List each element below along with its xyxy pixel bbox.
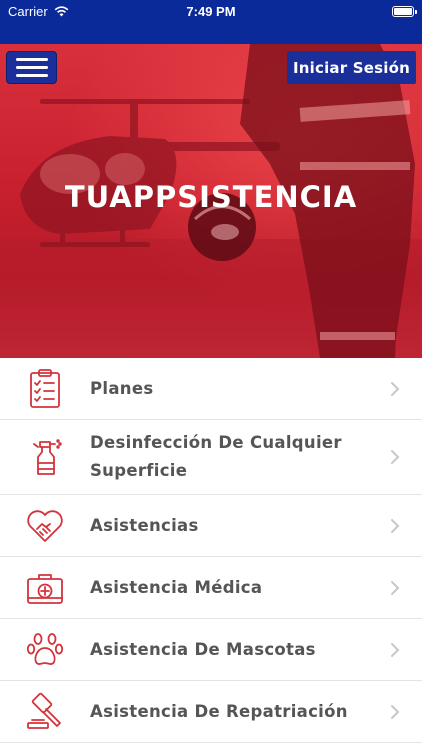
list-item-asistencia-repatriacion[interactable]: Asistencia De Repatriación <box>0 681 422 743</box>
chevron-right-icon <box>391 381 400 396</box>
status-bar: Carrier 7:49 PM <box>0 0 422 44</box>
list-item-label: Desinfección De Cualquier Superficie <box>90 433 342 480</box>
list-item-asistencia-medica[interactable]: Asistencia Médica <box>0 557 422 619</box>
hamburger-line <box>15 58 48 61</box>
list-item-desinfeccion[interactable]: Desinfección De Cualquier Superficie <box>0 420 422 495</box>
list-item-asistencias[interactable]: Asistencias <box>0 495 422 557</box>
chevron-right-icon <box>391 450 400 464</box>
spray-bottle-icon <box>33 439 62 475</box>
list-item-asistencia-mascotas[interactable]: Asistencia De Mascotas <box>0 619 422 681</box>
medical-kit-icon <box>27 573 63 604</box>
battery-icon <box>392 4 417 20</box>
list-item-label: Planes <box>90 378 154 398</box>
list-item-label: Asistencia Médica <box>90 577 263 597</box>
hamburger-line <box>15 66 48 69</box>
list-item-label: Asistencia De Repatriación <box>90 701 348 721</box>
hero-title: TUAPPSISTENCIA <box>64 180 358 214</box>
list-item-planes[interactable]: Planes <box>0 358 422 420</box>
chevron-right-icon <box>391 642 400 657</box>
gavel-icon <box>27 692 61 729</box>
checklist-icon <box>30 368 60 408</box>
login-button[interactable]: Iniciar Sesión <box>286 51 416 84</box>
status-time: 7:49 PM <box>186 4 236 19</box>
paw-icon <box>26 632 64 665</box>
list-item-label: Asistencias <box>90 515 199 535</box>
menu-list: Planes Desinfección De Cualquier Superfi… <box>0 358 422 743</box>
chevron-right-icon <box>391 704 400 719</box>
hero-banner: Iniciar Sesión TUAPPSISTENCIA <box>0 44 422 358</box>
handshake-heart-icon <box>27 509 63 542</box>
chevron-right-icon <box>391 580 400 595</box>
hamburger-menu-button[interactable] <box>6 51 57 84</box>
list-item-label: Asistencia De Mascotas <box>90 639 316 659</box>
hamburger-line <box>15 74 48 77</box>
chevron-right-icon <box>391 518 400 533</box>
